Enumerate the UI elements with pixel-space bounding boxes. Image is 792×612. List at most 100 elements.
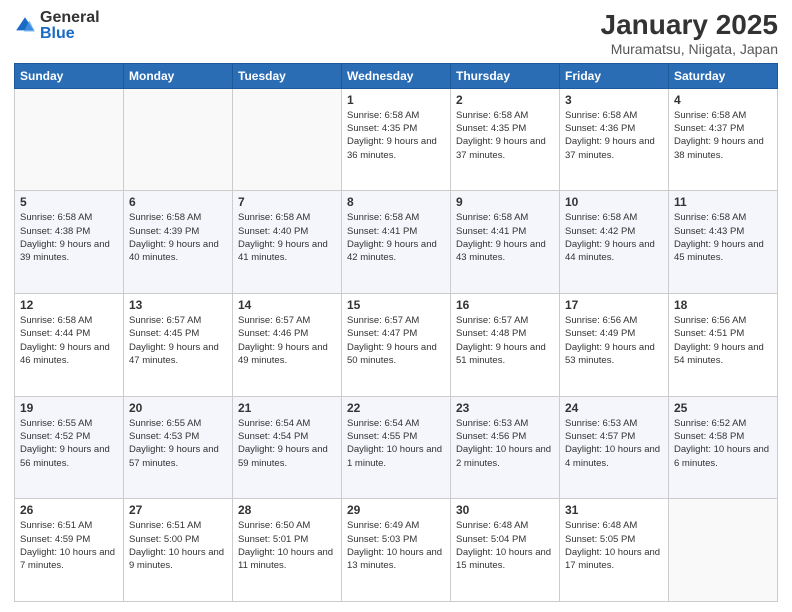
calendar-cell: 13Sunrise: 6:57 AMSunset: 4:45 PMDayligh… [124,294,233,397]
day-detail: Sunrise: 6:52 AMSunset: 4:58 PMDaylight:… [674,417,772,470]
day-detail: Sunrise: 6:48 AMSunset: 5:05 PMDaylight:… [565,519,663,572]
calendar-cell: 30 Sunrise: 6:48 AMSunset: 5:04 PMDayligh… [451,499,560,602]
day-detail: Sunrise: 6:58 AMSunset: 4:36 PMDaylight:… [565,109,663,162]
calendar-cell: 19 Sunrise: 6:55 AMSunset: 4:52 PMDayligh… [15,396,124,499]
calendar-cell: 3 Sunrise: 6:58 AMSunset: 4:36 PMDaylight… [560,88,669,191]
day-number: 7 [238,195,336,209]
day-number: 13 [129,298,227,312]
day-number: 14 [238,298,336,312]
calendar-cell: 10Sunrise: 6:58 AMSunset: 4:42 PMDayligh… [560,191,669,294]
calendar-cell: 5 Sunrise: 6:58 AMSunset: 4:38 PMDaylight… [15,191,124,294]
day-header-sunday: Sunday [15,63,124,88]
day-number: 8 [347,195,445,209]
day-number: 9 [456,195,554,209]
day-detail: Sunrise: 6:55 AMSunset: 4:53 PMDaylight:… [129,417,227,470]
day-detail: Sunrise: 6:51 AMSunset: 5:00 PMDaylight:… [129,519,227,572]
day-detail: Sunrise: 6:49 AMSunset: 5:03 PMDaylight:… [347,519,445,572]
calendar-cell: 24 Sunrise: 6:53 AMSunset: 4:57 PMDayligh… [560,396,669,499]
calendar-cell: 1Sunrise: 6:58 AMSunset: 4:35 PMDaylight… [342,88,451,191]
day-number: 17 [565,298,663,312]
calendar-body: 1Sunrise: 6:58 AMSunset: 4:35 PMDaylight… [15,88,778,601]
day-number: 16 [456,298,554,312]
day-header-tuesday: Tuesday [233,63,342,88]
day-number: 23 [456,401,554,415]
calendar-week-4: 26Sunrise: 6:51 AMSunset: 4:59 PMDayligh… [15,499,778,602]
logo-blue: Blue [40,26,100,42]
page: General Blue January 2025 Muramatsu, Nii… [0,0,792,612]
day-number: 19 [20,401,118,415]
calendar-cell: 17 Sunrise: 6:56 AMSunset: 4:49 PMDayligh… [560,294,669,397]
day-header-thursday: Thursday [451,63,560,88]
day-number: 26 [20,503,118,517]
calendar-table: SundayMondayTuesdayWednesdayThursdayFrid… [14,63,778,602]
calendar-cell: 23 Sunrise: 6:53 AMSunset: 4:56 PMDayligh… [451,396,560,499]
calendar-cell: 9 Sunrise: 6:58 AMSunset: 4:41 PMDaylight… [451,191,560,294]
day-detail: Sunrise: 6:58 AMSunset: 4:39 PMDaylight:… [129,211,227,264]
calendar-cell [124,88,233,191]
day-detail: Sunrise: 6:58 AMSunset: 4:41 PMDaylight:… [347,211,445,264]
day-detail: Sunrise: 6:57 AMSunset: 4:46 PMDaylight:… [238,314,336,367]
calendar-cell: 11 Sunrise: 6:58 AMSunset: 4:43 PMDayligh… [669,191,778,294]
calendar-cell: 21 Sunrise: 6:54 AMSunset: 4:54 PMDayligh… [233,396,342,499]
calendar-cell: 22 Sunrise: 6:54 AMSunset: 4:55 PMDayligh… [342,396,451,499]
calendar-week-0: 1Sunrise: 6:58 AMSunset: 4:35 PMDaylight… [15,88,778,191]
day-number: 31 [565,503,663,517]
day-detail: Sunrise: 6:58 AMSunset: 4:41 PMDaylight:… [456,211,554,264]
day-number: 30 [456,503,554,517]
day-detail: Sunrise: 6:58 AMSunset: 4:44 PMDaylight:… [20,314,118,367]
day-header-wednesday: Wednesday [342,63,451,88]
calendar-cell [669,499,778,602]
calendar-cell: 26Sunrise: 6:51 AMSunset: 4:59 PMDayligh… [15,499,124,602]
day-detail: Sunrise: 6:53 AMSunset: 4:56 PMDaylight:… [456,417,554,470]
day-detail: Sunrise: 6:53 AMSunset: 4:57 PMDaylight:… [565,417,663,470]
calendar-cell: 31 Sunrise: 6:48 AMSunset: 5:05 PMDayligh… [560,499,669,602]
calendar-week-2: 12Sunrise: 6:58 AMSunset: 4:44 PMDayligh… [15,294,778,397]
day-number: 21 [238,401,336,415]
day-number: 6 [129,195,227,209]
day-number: 15 [347,298,445,312]
day-detail: Sunrise: 6:55 AMSunset: 4:52 PMDaylight:… [20,417,118,470]
calendar-cell: 27 Sunrise: 6:51 AMSunset: 5:00 PMDayligh… [124,499,233,602]
day-detail: Sunrise: 6:50 AMSunset: 5:01 PMDaylight:… [238,519,336,572]
logo-general: General [40,10,100,26]
day-detail: Sunrise: 6:54 AMSunset: 4:54 PMDaylight:… [238,417,336,470]
day-number: 11 [674,195,772,209]
day-number: 2 [456,93,554,107]
day-detail: Sunrise: 6:57 AMSunset: 4:48 PMDaylight:… [456,314,554,367]
calendar-cell: 25Sunrise: 6:52 AMSunset: 4:58 PMDayligh… [669,396,778,499]
day-detail: Sunrise: 6:58 AMSunset: 4:42 PMDaylight:… [565,211,663,264]
day-number: 22 [347,401,445,415]
day-number: 28 [238,503,336,517]
day-header-saturday: Saturday [669,63,778,88]
day-detail: Sunrise: 6:57 AMSunset: 4:47 PMDaylight:… [347,314,445,367]
day-detail: Sunrise: 6:58 AMSunset: 4:38 PMDaylight:… [20,211,118,264]
calendar-header-row: SundayMondayTuesdayWednesdayThursdayFrid… [15,63,778,88]
day-number: 3 [565,93,663,107]
title-block: January 2025 Muramatsu, Niigata, Japan [601,10,778,57]
calendar-cell: 20Sunrise: 6:55 AMSunset: 4:53 PMDayligh… [124,396,233,499]
day-detail: Sunrise: 6:48 AMSunset: 5:04 PMDaylight:… [456,519,554,572]
calendar-cell: 18Sunrise: 6:56 AMSunset: 4:51 PMDayligh… [669,294,778,397]
day-number: 24 [565,401,663,415]
day-header-friday: Friday [560,63,669,88]
day-detail: Sunrise: 6:58 AMSunset: 4:43 PMDaylight:… [674,211,772,264]
day-detail: Sunrise: 6:58 AMSunset: 4:35 PMDaylight:… [456,109,554,162]
calendar-title: January 2025 [601,10,778,41]
day-detail: Sunrise: 6:54 AMSunset: 4:55 PMDaylight:… [347,417,445,470]
calendar-cell [233,88,342,191]
day-detail: Sunrise: 6:56 AMSunset: 4:49 PMDaylight:… [565,314,663,367]
calendar-subtitle: Muramatsu, Niigata, Japan [601,41,778,57]
day-number: 4 [674,93,772,107]
calendar-week-3: 19 Sunrise: 6:55 AMSunset: 4:52 PMDayligh… [15,396,778,499]
day-header-monday: Monday [124,63,233,88]
logo: General Blue [14,10,100,42]
calendar-cell: 28 Sunrise: 6:50 AMSunset: 5:01 PMDayligh… [233,499,342,602]
day-detail: Sunrise: 6:58 AMSunset: 4:35 PMDaylight:… [347,109,445,162]
day-number: 27 [129,503,227,517]
day-number: 5 [20,195,118,209]
calendar-cell [15,88,124,191]
day-number: 18 [674,298,772,312]
calendar-cell: 7Sunrise: 6:58 AMSunset: 4:40 PMDaylight… [233,191,342,294]
calendar-cell: 8 Sunrise: 6:58 AMSunset: 4:41 PMDaylight… [342,191,451,294]
calendar-week-1: 5 Sunrise: 6:58 AMSunset: 4:38 PMDaylight… [15,191,778,294]
